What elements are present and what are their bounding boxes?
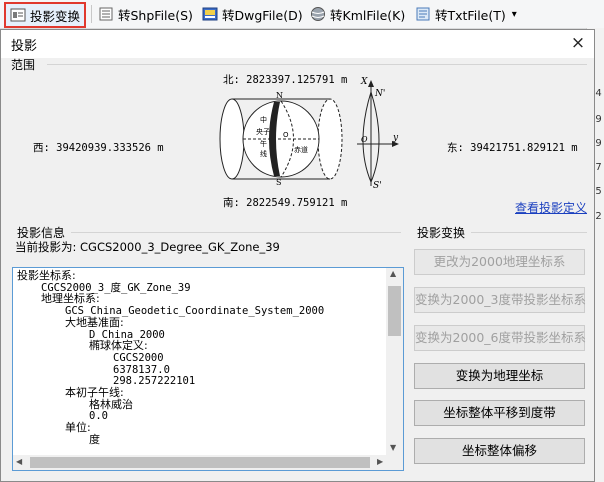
close-icon[interactable]: × [567, 32, 589, 54]
tree-line: 单位: [65, 421, 91, 435]
change-to-2000-geographic-button[interactable]: 更改为2000地理坐标系 [414, 249, 585, 275]
east-extent: 东: 39421751.829121 m [447, 142, 578, 154]
to-shp-label: 转ShpFile(S) [118, 7, 193, 23]
shp-file-icon [98, 6, 114, 22]
offset-coordinates-button[interactable]: 坐标整体偏移 [414, 438, 585, 464]
projection-icon [10, 7, 26, 23]
axis-origin-label: O [361, 135, 368, 144]
vertical-scrollbar[interactable]: ▲ ▼ [386, 268, 403, 455]
scroll-right-icon[interactable]: ▶ [377, 457, 383, 466]
to-dwg-label: 转DwgFile(D) [222, 7, 303, 23]
scroll-up-icon[interactable]: ▲ [390, 269, 396, 278]
globe-south-label: S [276, 178, 281, 186]
north-extent: 北: 2823397.125791 m [223, 74, 348, 86]
globe-equator-label: 赤道 [294, 145, 308, 154]
translate-to-zone-button[interactable]: 坐标整体平移到度带 [414, 400, 585, 426]
tree-line: 0.0 [89, 410, 108, 423]
axis-y-label: y [392, 133, 399, 143]
transform-to-geographic-button[interactable]: 变换为地理坐标 [414, 363, 585, 389]
tree-line: 度 [89, 432, 100, 446]
transform-to-3-degree-button[interactable]: 变换为2000_3度带投影坐标系 [414, 287, 586, 313]
axis-n-prime-label: N' [374, 89, 385, 99]
projection-transform-button[interactable]: 投影变换 [4, 2, 87, 28]
view-projection-definition-link[interactable]: 查看投影定义 [515, 199, 587, 216]
scroll-left-icon[interactable]: ◀ [16, 457, 22, 466]
to-dwg-button[interactable]: 转DwgFile(D) [202, 3, 303, 25]
scroll-down-icon[interactable]: ▼ [390, 443, 396, 452]
axis-s-prime-label: S' [373, 181, 382, 190]
west-extent: 西: 39420939.333526 m [33, 142, 164, 154]
globe-meridian-label: 央子 [256, 127, 270, 136]
globe-line-label: 线 [260, 149, 267, 158]
to-kml-label: 转KmlFile(K) [330, 7, 406, 23]
projection-transform-label: 投影变换 [30, 8, 81, 24]
axis-x-label: X [360, 77, 368, 87]
transform-group-label: 投影变换 [417, 226, 466, 240]
group-divider [47, 64, 587, 65]
toolbar-separator [91, 5, 92, 23]
tree-line: 6378137.0 [113, 363, 170, 376]
to-txt-button[interactable]: 转TxtFile(T) ▾ [415, 3, 517, 25]
tree-line: 298.257222101 [113, 375, 196, 388]
kml-globe-icon [310, 6, 326, 22]
south-extent: 南: 2822549.759121 m [223, 197, 348, 209]
globe-central-label: 中 [260, 115, 267, 124]
to-txt-label: 转TxtFile(T) [435, 7, 506, 23]
transform-to-6-degree-button[interactable]: 变换为2000_6度带投影坐标系 [414, 325, 586, 351]
group-divider [471, 232, 587, 233]
horizontal-scrollbar[interactable]: ◀ ▶ [13, 455, 403, 470]
projection-dialog: 投影 × 范围 北: 2823397.125791 m 南: 2822549.7… [0, 29, 595, 482]
globe-sphere [242, 100, 320, 178]
horizontal-scroll-thumb[interactable] [30, 457, 370, 468]
tree-line: 地理坐标系: [41, 292, 100, 306]
current-projection-text: 当前投影为: CGCS2000_3_Degree_GK_Zone_39 [15, 240, 280, 254]
tree-line: 格林威治 [89, 397, 133, 411]
globe-origin-label: O [283, 131, 289, 139]
projection-definition-textbox[interactable]: 投影坐标系: CGCS2000_3_度_GK_Zone_39 地理坐标系: GCS_C… [12, 267, 404, 471]
vertical-scroll-thumb[interactable] [388, 286, 401, 336]
dialog-title-bar[interactable] [1, 30, 594, 58]
projection-axes-diagram: X N' O y S' [357, 77, 399, 190]
toolbar: 投影变换 转ShpFile(S) 转DwgFile(D) 转KmlFile(K)… [0, 0, 604, 29]
range-group-label: 范围 [11, 58, 36, 72]
globe-cylinder-diagram: N S 中 央子 午 线 赤道 O [219, 92, 343, 186]
to-kml-button[interactable]: 转KmlFile(K) [310, 3, 405, 25]
tree-line: CGCS2000 [113, 351, 164, 364]
globe-north-label: N [276, 92, 283, 100]
dwg-file-icon [202, 6, 218, 22]
tree-line: 大地基准面: [65, 315, 124, 329]
group-divider [71, 232, 401, 233]
dialog-title: 投影 [11, 39, 38, 54]
tree-line: 投影坐标系: [17, 269, 76, 282]
txt-file-icon [415, 6, 431, 22]
tree-line: 椭球体定义: [89, 339, 148, 353]
dropdown-arrow-icon[interactable]: ▾ [512, 9, 517, 20]
globe-wu-label: 午 [260, 139, 267, 148]
to-shp-button[interactable]: 转ShpFile(S) [98, 3, 193, 25]
